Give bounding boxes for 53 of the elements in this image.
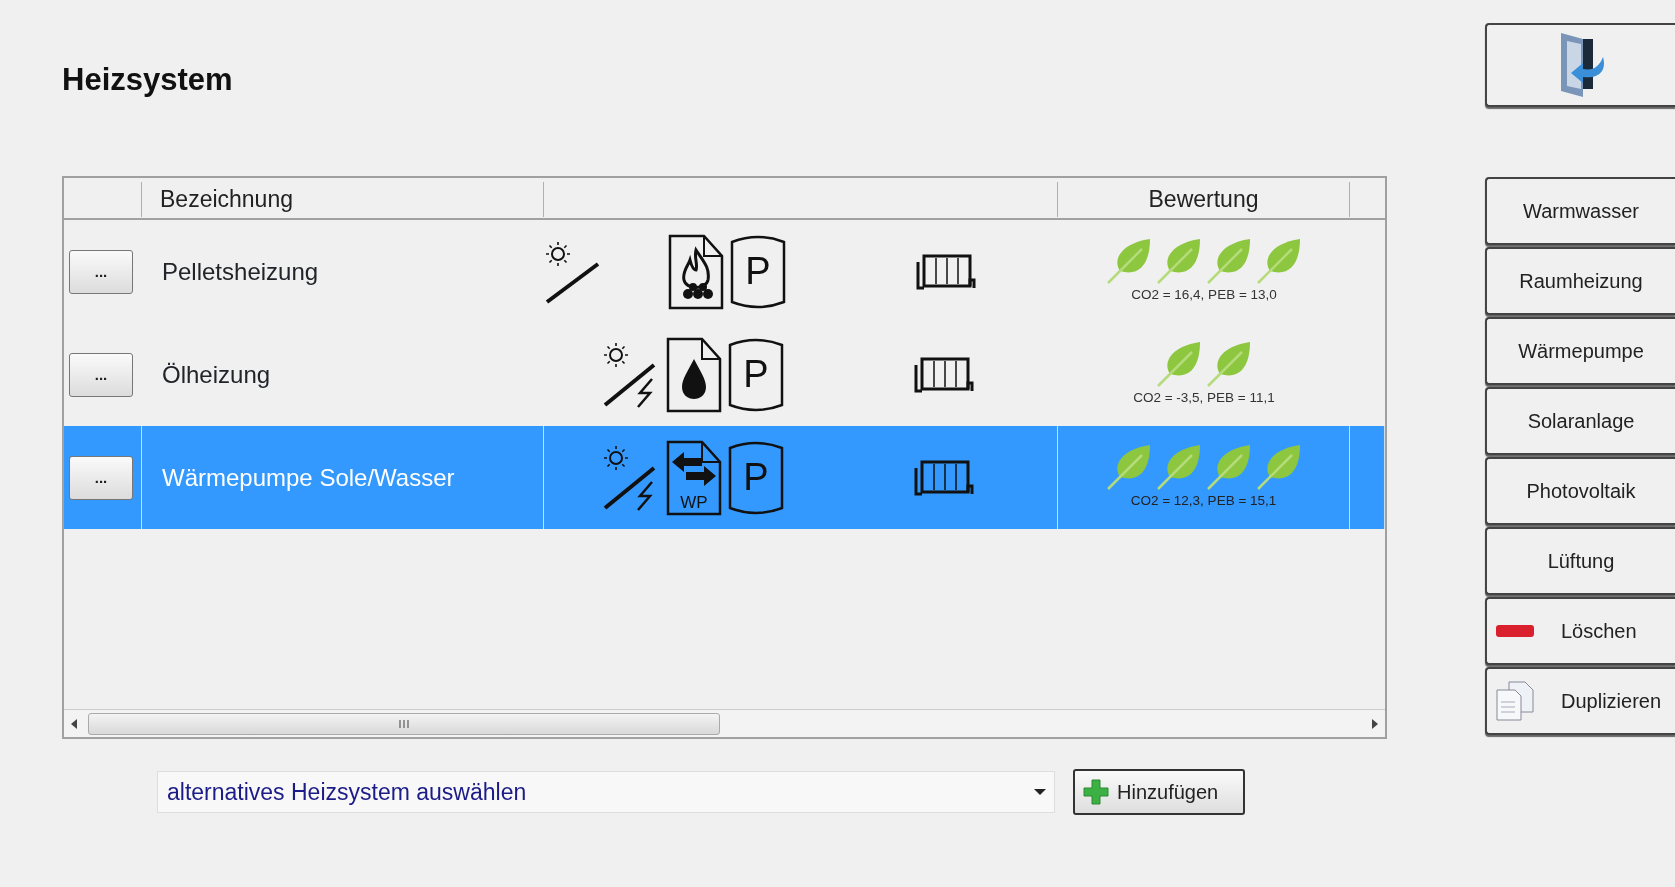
details-button[interactable]: ... — [69, 249, 133, 294]
storage-tank-icon: P — [730, 233, 786, 310]
side-button[interactable]: Solaranlage — [1485, 387, 1675, 455]
page-title: Heizsystem — [62, 62, 234, 98]
leaf-icon — [1155, 443, 1202, 492]
solar-panel-lightning-icon — [602, 340, 658, 409]
system-name: Ölheizung — [161, 359, 271, 390]
leaf-icon — [1256, 237, 1302, 286]
dropdown-caret-icon — [1034, 788, 1046, 796]
rating-text: CO2 = 12,3, PEB = 15,1 — [1130, 492, 1277, 511]
table-row[interactable]: ... Wärmepumpe Sole/Wasser WP P CO2 = 12,3, PEB = 15,1 — [64, 426, 1385, 529]
plus-icon — [1083, 779, 1109, 805]
side-button[interactable]: Löschen — [1485, 597, 1675, 665]
solar-panel-lightning-icon — [602, 443, 658, 512]
leaf-icon — [1206, 340, 1252, 389]
scrollbar-thumb[interactable] — [88, 712, 720, 735]
details-button[interactable]: ... — [69, 352, 133, 397]
system-name: Wärmepumpe Sole/Wasser — [161, 462, 455, 493]
leaf-icon — [1156, 237, 1202, 286]
storage-tank-icon: P — [728, 439, 784, 516]
table-row[interactable]: ... Ölheizung P CO2 = -3,5, PEB = 11,1 — [64, 323, 1385, 426]
horizontal-scrollbar[interactable] — [64, 709, 1385, 737]
details-button[interactable]: ... — [69, 455, 133, 500]
side-button[interactable]: Raumheizung — [1485, 247, 1675, 315]
column-header: Bezeichnung — [160, 185, 293, 214]
side-button[interactable]: Warmwasser — [1485, 177, 1675, 245]
scroll-right-icon[interactable] — [1371, 718, 1379, 729]
storage-tank-icon: P — [728, 336, 784, 413]
exit-button[interactable] — [1485, 23, 1675, 107]
table-row[interactable]: ... Pelletsheizung P CO2 = 16,4, PEB = 13,0 — [64, 220, 1385, 323]
oil-drop-icon — [666, 336, 722, 413]
solar-thermal-icon — [544, 239, 600, 304]
leaf-icon — [1206, 237, 1252, 286]
system-dropdown[interactable]: alternatives Heizsystem auswählen — [157, 771, 1055, 813]
side-button[interactable]: Lüftung — [1485, 527, 1675, 595]
rating-text: CO2 = -3,5, PEB = 11,1 — [1133, 389, 1275, 408]
side-button[interactable]: Photovoltaik — [1485, 457, 1675, 525]
leaf-icon — [1106, 237, 1152, 286]
side-button[interactable]: Wärmepumpe — [1485, 317, 1675, 385]
add-button[interactable]: Hinzufügen — [1073, 769, 1245, 815]
fire-icon — [668, 233, 724, 310]
scroll-left-icon[interactable] — [70, 718, 78, 729]
column-header: Bewertung — [1148, 185, 1259, 214]
copy-icon — [1495, 680, 1535, 722]
side-button[interactable]: Duplizieren — [1485, 667, 1675, 735]
rating-text: CO2 = 16,4, PEB = 13,0 — [1131, 286, 1277, 305]
leaf-icon — [1156, 340, 1202, 389]
minus-bar-icon — [1495, 624, 1535, 638]
heat-pump-icon: WP — [666, 439, 722, 516]
leaf-icon — [1105, 443, 1152, 492]
leaf-icon — [1255, 443, 1302, 492]
system-name: Pelletsheizung — [161, 256, 319, 287]
leaf-icon — [1205, 443, 1252, 492]
